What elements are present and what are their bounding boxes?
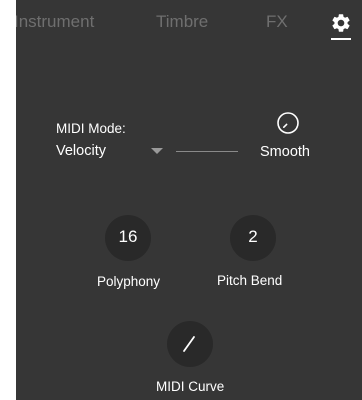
polyphony-knob[interactable]: 16	[105, 215, 151, 261]
pitch-bend-value: 2	[248, 227, 258, 246]
dropdown-arrow-icon	[151, 148, 163, 154]
tab-fx[interactable]: FX	[266, 12, 288, 32]
midi-curve-knob[interactable]	[167, 321, 213, 367]
pitch-bend-knob[interactable]: 2	[230, 215, 276, 261]
gear-icon	[332, 14, 350, 32]
knob-icon	[277, 112, 299, 134]
midi-curve-label: MIDI Curve	[156, 379, 225, 394]
polyphony-value: 16	[118, 227, 138, 246]
active-tab-indicator	[331, 38, 351, 40]
pitch-bend-label: Pitch Bend	[217, 273, 283, 288]
midi-mode-value: Velocity	[56, 143, 106, 159]
smooth-slider-track[interactable]	[176, 151, 238, 152]
polyphony-label: Polyphony	[97, 274, 161, 289]
midi-mode-dropdown[interactable]: Velocity	[52, 138, 164, 164]
midi-mode-label: MIDI Mode:	[56, 121, 126, 136]
tab-timbre[interactable]: Timbre	[156, 12, 208, 32]
tab-instrument[interactable]: Instrument	[16, 12, 94, 32]
tab-bar: Instrument Timbre FX	[16, 0, 362, 52]
smooth-label: Smooth	[260, 144, 310, 160]
curve-slash-icon	[183, 336, 195, 352]
tab-settings[interactable]	[330, 12, 352, 40]
smooth-knob[interactable]	[276, 111, 300, 135]
settings-panel: Instrument Timbre FX MIDI Mode: Velocity…	[16, 0, 362, 400]
